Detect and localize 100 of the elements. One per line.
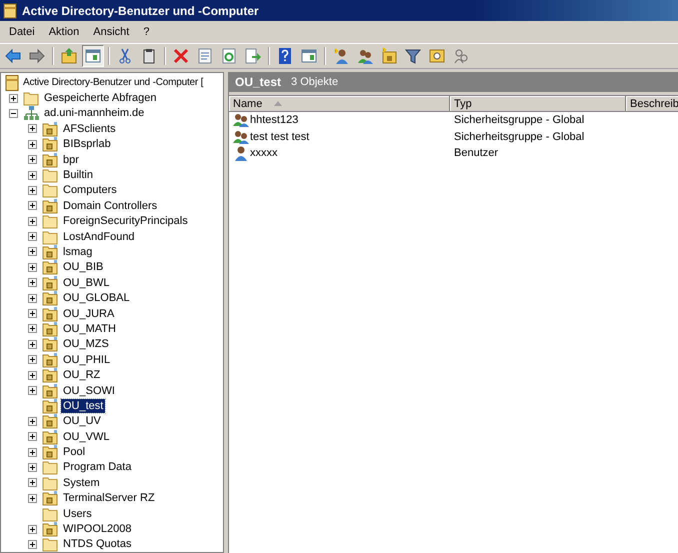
expander-icon[interactable] — [28, 155, 37, 164]
tree-item[interactable]: AFSclients — [61, 122, 118, 136]
tree-item[interactable]: OU_GLOBAL — [61, 291, 132, 306]
tree-item[interactable]: BIBsprlab — [61, 137, 113, 152]
tree-item[interactable]: Pool — [61, 445, 88, 460]
folder-icon — [42, 506, 58, 522]
menu-item[interactable]: ? — [136, 26, 156, 38]
new-group-icon — [356, 47, 374, 65]
tree-item[interactable]: TerminalServer RZ — [61, 491, 157, 506]
expander-icon[interactable] — [28, 186, 37, 195]
ou-folder-icon — [42, 428, 58, 445]
console-window-icon — [300, 47, 318, 65]
tree-item[interactable]: LostAndFound — [61, 230, 137, 244]
tree-item[interactable]: System — [61, 476, 102, 490]
tree-item[interactable]: OU_MATH — [61, 322, 118, 336]
expander-icon[interactable] — [28, 355, 37, 364]
expander-icon[interactable] — [28, 340, 37, 349]
expander-icon[interactable] — [28, 448, 37, 457]
tree-item[interactable]: OU_RZ — [61, 368, 102, 382]
column-header[interactable]: Name — [229, 96, 450, 112]
domain-icon — [23, 105, 39, 122]
tree-item[interactable]: OU_test — [61, 398, 106, 413]
ou-folder-icon — [42, 274, 58, 291]
menu-item[interactable]: Aktion — [42, 26, 86, 38]
expander-icon[interactable] — [28, 262, 37, 272]
expander-icon[interactable] — [28, 524, 37, 534]
ou-folder-icon — [42, 120, 58, 137]
tree-item[interactable]: OU_BIB — [61, 260, 106, 274]
folder-up-icon — [60, 47, 78, 65]
ou-folder-icon — [42, 306, 58, 322]
expander-icon[interactable] — [28, 170, 37, 180]
expander-icon[interactable] — [28, 278, 37, 288]
ou-folder-icon — [42, 259, 58, 276]
tree-item[interactable]: ad.uni-mannheim.de — [42, 106, 146, 120]
folder-icon — [42, 536, 58, 552]
expander-icon[interactable] — [28, 432, 37, 442]
expander-icon[interactable] — [28, 232, 37, 242]
folder-icon — [42, 228, 58, 245]
table-cell: test test test — [250, 130, 310, 143]
expander-icon[interactable] — [28, 324, 37, 334]
tree-item[interactable]: WIPOOL2008 — [61, 522, 134, 536]
expander-icon[interactable] — [9, 94, 18, 103]
expander-icon[interactable] — [28, 201, 37, 210]
ou-folder-icon — [42, 352, 58, 368]
console-root-icon — [4, 74, 20, 91]
expander-icon[interactable] — [28, 124, 37, 134]
tree-item[interactable]: NTDS Quotas — [61, 537, 134, 552]
expander-icon[interactable] — [9, 108, 18, 118]
expander-icon[interactable] — [28, 370, 37, 380]
tree-item[interactable]: lsmag — [61, 244, 94, 259]
expander-icon[interactable] — [28, 416, 37, 426]
expander-icon[interactable] — [28, 216, 37, 226]
new-folder-icon — [380, 47, 398, 65]
container-name: OU_test — [235, 75, 282, 89]
ou-folder-icon — [42, 398, 58, 414]
tree-item[interactable]: Computers — [61, 183, 119, 198]
tree-item[interactable]: OU_MZS — [61, 337, 111, 352]
console-tree-icon — [84, 47, 102, 65]
ou-folder-icon — [42, 290, 58, 306]
ou-folder-icon — [42, 413, 58, 430]
tree-item[interactable]: OU_SOWI — [61, 384, 117, 398]
properties-icon — [196, 47, 214, 65]
tree-item[interactable]: OU_BWL — [61, 276, 112, 290]
tree-item[interactable]: ForeignSecurityPrincipals — [61, 214, 190, 228]
expander-icon[interactable] — [28, 478, 37, 488]
ou-folder-icon — [42, 521, 58, 538]
column-header[interactable]: Typ — [450, 96, 626, 112]
expander-icon[interactable] — [28, 462, 37, 472]
menu-item[interactable]: Datei — [2, 26, 42, 38]
ou-folder-icon — [42, 444, 58, 460]
tree-item[interactable]: OU_UV — [61, 414, 103, 428]
ou-folder-icon — [42, 490, 58, 506]
tree-item[interactable]: Users — [61, 506, 94, 521]
tree-item[interactable]: OU_JURA — [61, 306, 116, 321]
expander-icon[interactable] — [28, 140, 37, 149]
tree-item[interactable]: Domain Controllers — [61, 198, 160, 213]
refresh-icon — [220, 47, 238, 65]
expander-icon[interactable] — [28, 247, 37, 256]
export-icon — [244, 47, 262, 65]
ou-folder-icon — [42, 152, 58, 168]
tree-item[interactable]: bpr — [61, 152, 81, 167]
expander-icon[interactable] — [28, 309, 37, 318]
table-cell: Sicherheitsgruppe - Global — [454, 130, 584, 143]
tree-item[interactable]: Active Directory-Benutzer und -Computer [ — [23, 76, 204, 90]
expander-icon[interactable] — [28, 386, 37, 395]
forward-arrow-icon — [28, 47, 46, 65]
tree-item[interactable]: Builtin — [61, 168, 95, 182]
tree-item[interactable]: OU_PHIL — [61, 352, 112, 367]
folder-icon — [42, 213, 58, 230]
tree-item[interactable]: OU_VWL — [61, 430, 112, 444]
tree-item[interactable]: Gespeicherte Abfragen — [42, 91, 159, 106]
menu-item[interactable]: Ansicht — [86, 26, 136, 38]
expander-icon[interactable] — [28, 540, 37, 549]
user-icon — [233, 145, 249, 162]
delete-icon — [172, 47, 190, 65]
expander-icon[interactable] — [28, 294, 37, 303]
tree-item[interactable]: Program Data — [61, 460, 134, 474]
folder-icon — [42, 474, 58, 491]
expander-icon[interactable] — [28, 494, 37, 503]
toolbar-button[interactable] — [82, 45, 104, 67]
